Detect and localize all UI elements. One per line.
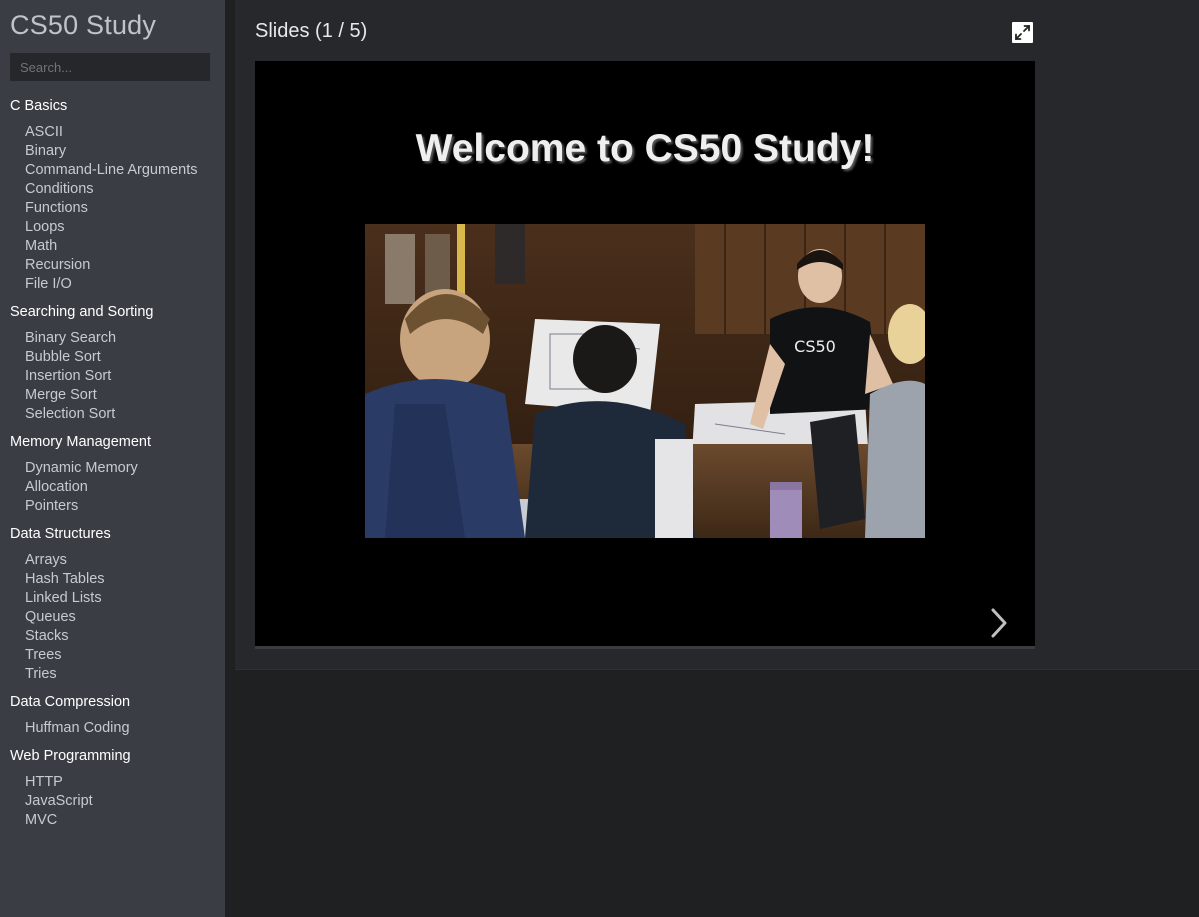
sidebar-item[interactable]: Math (0, 237, 225, 256)
sidebar-section-title: Memory Management (10, 434, 152, 450)
sidebar-section-list: Binary Search Bubble Sort Insertion Sort Me… (0, 329, 225, 424)
sidebar-item[interactable]: HTTP (0, 773, 225, 792)
sidebar-section-list: Arrays Hash Tables Linked Lists Queues Stack… (0, 551, 225, 684)
sidebar-item[interactable]: MVC (0, 811, 225, 830)
chevron-right-icon[interactable] (987, 606, 1011, 640)
sidebar-item[interactable]: Stacks (0, 627, 225, 646)
slide-progress-track (255, 646, 1035, 649)
slide-photo: CS50 (365, 224, 925, 538)
sidebar-item[interactable]: Insertion Sort (0, 367, 225, 386)
sidebar-item[interactable]: Recursion (0, 256, 225, 275)
sidebar-item[interactable]: Queues (0, 608, 225, 627)
slide-frame: Welcome to CS50 Study! CS50 (255, 61, 1035, 646)
search-input[interactable] (10, 53, 210, 81)
sidebar-item[interactable]: ASCII (0, 123, 225, 142)
sidebar-item[interactable]: JavaScript (0, 792, 225, 811)
sidebar-section-list: HTTP JavaScript MVC (0, 773, 225, 830)
sidebar-item[interactable]: Tries (0, 665, 225, 684)
sidebar-item[interactable]: Binary Search (0, 329, 225, 348)
sidebar-item[interactable]: Command-Line Arguments (0, 161, 225, 180)
slides-title: Slides (1 / 5) (255, 20, 368, 42)
slides-panel: Slides (1 / 5) Welcome to CS50 Study! CS… (235, 0, 1199, 670)
sidebar-item[interactable]: Arrays (0, 551, 225, 570)
sidebar-section-title: Web Programming (10, 748, 131, 764)
sidebar-section-title: Searching and Sorting (10, 304, 154, 320)
expand-icon[interactable] (1012, 22, 1033, 43)
sidebar: CS50 Study C Basics ASCIIBinaryCommand-Li… (0, 0, 225, 917)
sidebar-item[interactable]: Trees (0, 646, 225, 665)
sidebar-section-title: C Basics (10, 98, 68, 114)
slide-heading: Welcome to CS50 Study! (415, 127, 875, 170)
sidebar-item[interactable]: Conditions (0, 180, 225, 199)
sidebar-item[interactable]: Pointers (0, 497, 225, 516)
sidebar-item[interactable]: Hash Tables (0, 570, 225, 589)
sidebar-section-title: Data Structures (10, 526, 111, 542)
sidebar-section-list: Dynamic Memory Allocation Pointers (0, 459, 225, 516)
sidebar-section-list: ASCII Binary Command-Line Arguments Conditi… (0, 123, 225, 294)
sidebar-item[interactable]: Functions (0, 199, 225, 218)
sidebar-section-list: Huffman Coding (0, 719, 225, 738)
sidebar-section-title: Data Compression (10, 694, 131, 710)
sidebar-item[interactable]: Huffman Coding (0, 719, 225, 738)
sidebar-nav: C Basics ASCII Binary Command-Line Argument… (0, 94, 225, 836)
sidebar-item[interactable]: Loops (0, 218, 225, 237)
svg-text:CS50: CS50 (794, 337, 836, 356)
sidebar-item[interactable]: Binary (0, 142, 225, 161)
sidebar-item[interactable]: Selection Sort (0, 405, 225, 424)
sidebar-item[interactable]: Merge Sort (0, 386, 225, 405)
sidebar-item[interactable]: Linked Lists (0, 589, 225, 608)
sidebar-item[interactable]: Bubble Sort (0, 348, 225, 367)
sidebar-item[interactable]: Allocation (0, 478, 225, 497)
sidebar-item[interactable]: Dynamic Memory (0, 459, 225, 478)
sidebar-item[interactable]: File I/O (0, 275, 225, 294)
brand-title[interactable]: CS50 Study (10, 10, 156, 41)
